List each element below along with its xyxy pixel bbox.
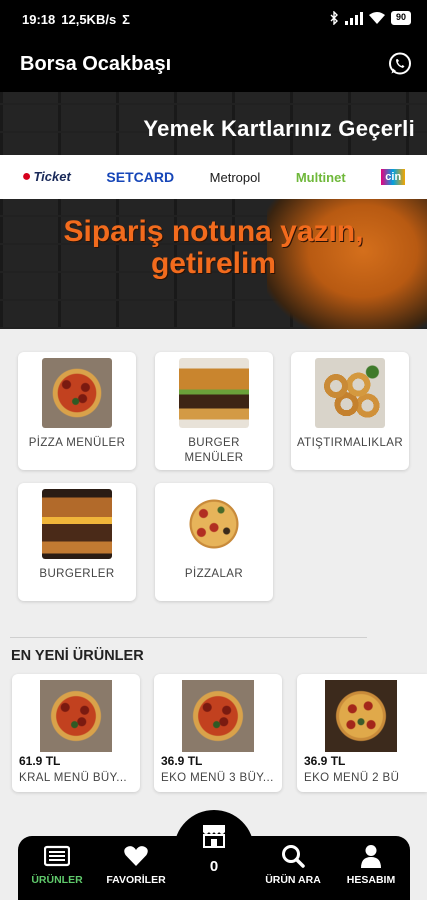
pizza-image <box>179 489 249 559</box>
product-name: EKO MENÜ 3 BÜY... <box>161 772 274 784</box>
burger-image <box>179 358 249 428</box>
nav-favorites[interactable]: FAVORİLER <box>101 844 171 886</box>
banner-headline-order-note: Sipariş notuna yazın, getirelim <box>0 216 427 280</box>
multinet-logo: Multinet <box>295 169 346 185</box>
product-image <box>40 680 112 752</box>
promo-banner[interactable]: Yemek Kartlarınız Geçerli Ticket SETCARD… <box>0 92 427 329</box>
product-price: 61.9 TL <box>19 754 61 768</box>
list-icon <box>44 845 70 867</box>
battery-indicator: 90 <box>390 11 411 25</box>
metropol-logo: Metropol <box>209 169 261 185</box>
product-card[interactable]: 36.9 TL EKO MENÜ 2 BÜ <box>297 674 427 792</box>
product-card[interactable]: 61.9 TL KRAL MENÜ BÜY... <box>12 674 140 792</box>
section-divider <box>10 637 367 638</box>
product-image <box>182 680 254 752</box>
product-price: 36.9 TL <box>304 754 346 768</box>
setcard-logo: SETCARD <box>106 169 175 185</box>
category-label: BURGERLER <box>39 568 115 580</box>
product-price: 36.9 TL <box>161 754 203 768</box>
wifi-icon <box>368 11 385 24</box>
ticket-logo: Ticket <box>22 168 70 186</box>
app-title: Borsa Ocakbaşı <box>20 53 172 75</box>
product-card[interactable]: 36.9 TL EKO MENÜ 3 BÜY... <box>154 674 282 792</box>
whatsapp-icon[interactable] <box>387 51 413 77</box>
nav-label: HESABIM <box>346 874 396 886</box>
pizza-image <box>42 358 112 428</box>
search-icon <box>282 845 305 868</box>
product-image <box>325 680 397 752</box>
banner-headline-cards: Yemek Kartlarınız Geçerli <box>143 116 415 141</box>
category-card-snacks[interactable]: ATIŞTIRMALIKLAR <box>291 352 409 470</box>
meal-card-logos: Ticket SETCARD Metropol Multinet cin <box>0 155 427 199</box>
banner-headline-line1: Sipariş notuna yazın, <box>63 215 364 248</box>
category-label: ATIŞTIRMALIKLAR <box>296 437 404 449</box>
category-label: PİZZALAR <box>184 568 244 580</box>
nav-label: ÜRÜNLER <box>31 874 83 886</box>
nav-label: ÜRÜN ARA <box>265 874 321 886</box>
cart-count: 0 <box>209 858 219 875</box>
category-label: PİZZA MENÜLER <box>28 437 126 449</box>
status-bar: 19:18 12,5KB/s Σ 90 <box>0 0 427 40</box>
product-name: KRAL MENÜ BÜY... <box>19 772 128 784</box>
signal-icon <box>344 11 363 25</box>
burger-image <box>42 489 112 559</box>
nav-search[interactable]: ÜRÜN ARA <box>258 844 328 886</box>
store-icon <box>203 825 225 848</box>
status-time: 19:18 <box>22 12 56 27</box>
heart-icon <box>124 846 148 866</box>
onion-rings-image <box>315 358 385 428</box>
app-header: Borsa Ocakbaşı <box>0 40 427 92</box>
banner-headline-line2: getirelim <box>150 247 277 280</box>
category-card-burgers[interactable]: BURGERLER <box>18 483 136 601</box>
status-network-speed: 12,5KB/s <box>61 12 117 27</box>
nav-account[interactable]: HESABIM <box>336 844 406 886</box>
product-name: EKO MENÜ 2 BÜ <box>304 772 400 784</box>
nav-label: FAVORİLER <box>106 874 166 886</box>
bluetooth-icon <box>330 11 338 25</box>
status-sigma: Σ <box>122 12 130 27</box>
cart-button[interactable]: 0 <box>174 810 254 890</box>
new-products-title: EN YENİ ÜRÜNLER <box>11 648 144 664</box>
category-card-pizzas[interactable]: PİZZALAR <box>155 483 273 601</box>
category-card-pizza-menus[interactable]: PİZZA MENÜLER <box>18 352 136 470</box>
nav-products[interactable]: ÜRÜNLER <box>22 844 92 886</box>
category-card-burger-menus[interactable]: BURGER MENÜLER <box>155 352 273 470</box>
cin-logo: cin <box>381 169 406 185</box>
user-icon <box>361 845 381 868</box>
category-label: BURGER MENÜLER <box>184 437 244 464</box>
